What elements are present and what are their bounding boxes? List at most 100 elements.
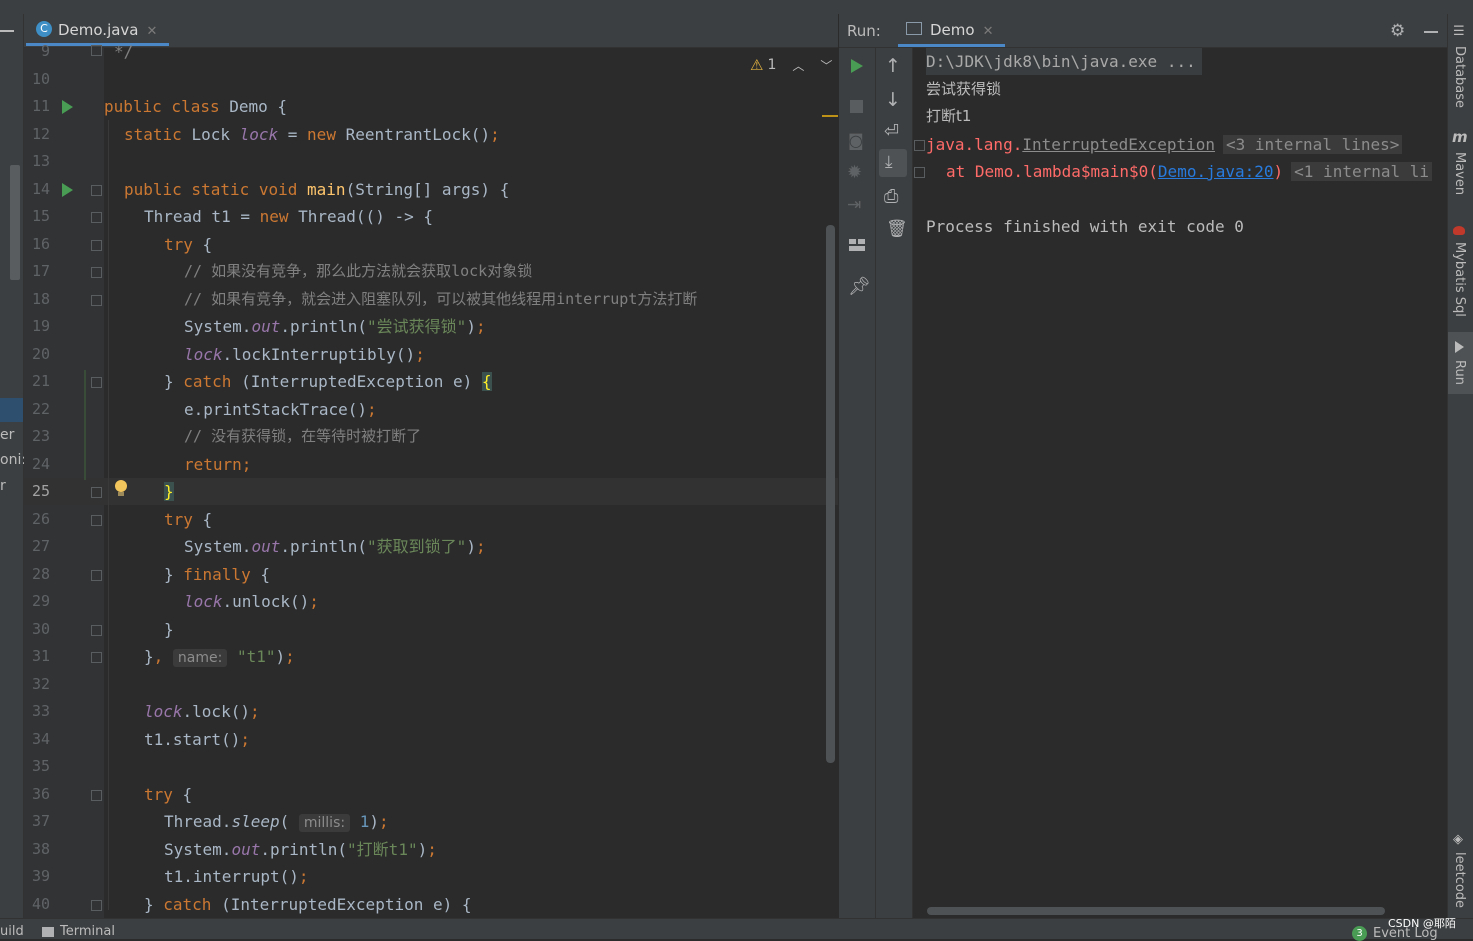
token: ReentrantLock() <box>345 125 491 144</box>
lightbulb-icon[interactable] <box>115 480 127 492</box>
internal-lines-fold[interactable]: <3 internal lines> <box>1222 135 1403 154</box>
source-link[interactable]: Demo.java:20 <box>1158 162 1274 181</box>
close-icon[interactable]: ✕ <box>983 24 994 39</box>
close-icon[interactable]: ✕ <box>147 24 158 39</box>
scroll-to-end-icon: ⤓ <box>885 152 893 172</box>
fold-marker-icon[interactable] <box>91 515 102 526</box>
line-number: 38 <box>31 840 50 858</box>
stop-icon[interactable] <box>850 100 863 113</box>
rerun-icon[interactable] <box>851 59 863 73</box>
internal-lines-fold[interactable]: <1 internal li <box>1291 162 1433 181</box>
fold-marker-icon[interactable] <box>91 570 102 581</box>
stack-frame: at Demo.lambda$main$0( <box>946 162 1158 181</box>
tool-window-run[interactable]: Run <box>1452 360 1467 385</box>
code-line-33: lock.lock(); <box>144 698 260 725</box>
build-tool-tab[interactable]: uild <box>0 924 24 939</box>
fold-marker-icon[interactable] <box>91 487 102 498</box>
pin-icon[interactable]: 📌︎ <box>848 276 871 297</box>
fold-marker-icon[interactable] <box>91 212 102 223</box>
hide-panel-icon[interactable] <box>1424 31 1438 33</box>
soft-wrap-icon[interactable]: ⏎ <box>884 121 899 142</box>
token: lock <box>239 125 279 144</box>
token: Thread(() -> { <box>298 207 433 226</box>
expand-fold-icon[interactable] <box>914 140 925 151</box>
editor-scrollbar[interactable] <box>826 225 835 763</box>
token: Demo { <box>229 97 288 116</box>
line-number: 9 <box>40 42 50 60</box>
project-tree-fragment: r <box>0 478 6 494</box>
matched-brace: { <box>481 372 492 391</box>
console-command-line[interactable]: D:\JDK\jdk8\bin\java.exe ... <box>926 48 1202 75</box>
code-line-37: Thread.sleep( millis: 1); <box>164 808 389 835</box>
fold-marker-icon[interactable] <box>91 240 102 251</box>
console-exit-line: Process finished with exit code 0 <box>926 217 1244 236</box>
debug-bug-icon[interactable]: ✹ <box>847 162 862 183</box>
tool-window-mybatis[interactable]: Mybatis Sql <box>1452 242 1467 317</box>
tool-window-maven[interactable]: Maven <box>1452 152 1467 195</box>
fold-marker-icon[interactable] <box>91 267 102 278</box>
camera-icon[interactable]: ◙ <box>848 131 864 150</box>
code-line-17: // 如果没有竞争，那么此方法就会获取lock对象锁 <box>184 258 532 285</box>
print-icon[interactable]: ⎙ <box>884 186 898 207</box>
chevron-up-icon[interactable]: ︿ <box>792 57 804 74</box>
parameter-hint: millis: <box>298 814 351 832</box>
java-class-icon: C <box>36 20 52 37</box>
database-icon: ☰ <box>1453 24 1465 39</box>
line-number: 27 <box>31 537 50 555</box>
arrow-down-icon[interactable]: ↓ <box>885 89 901 111</box>
current-line-highlight <box>24 478 838 505</box>
inspection-widget[interactable]: ⚠ 1 ︿ ﹀ <box>750 56 832 74</box>
trash-icon[interactable]: 🗑︎ <box>886 219 908 239</box>
fold-marker-icon[interactable] <box>91 652 102 663</box>
warning-icon: ⚠ <box>750 56 764 74</box>
token: Thread t1 = <box>144 207 260 226</box>
token: (String[] args) { <box>345 180 510 199</box>
minimize-icon[interactable] <box>0 30 14 32</box>
matched-brace: } <box>164 482 174 501</box>
scroll-to-end-button[interactable]: ⤓ <box>879 149 907 177</box>
code-line-16: try { <box>164 231 212 258</box>
chevron-down-icon[interactable]: ﹀ <box>820 57 832 74</box>
code-line-23: // 没有获得锁，在等待时被打断了 <box>184 423 421 450</box>
token: "获取到锁了" <box>367 537 467 556</box>
login-icon[interactable]: ⇥ <box>847 195 861 215</box>
project-tree-selected-row[interactable] <box>0 398 23 422</box>
gear-icon[interactable]: ⚙ <box>1390 21 1405 41</box>
fold-marker-icon[interactable] <box>91 900 102 911</box>
console-output-line: 打断t1 <box>926 107 972 125</box>
fold-marker-icon[interactable] <box>91 295 102 306</box>
arrow-up-icon[interactable]: ↑ <box>885 55 901 77</box>
fold-marker-icon[interactable] <box>91 185 102 196</box>
run-class-icon[interactable] <box>62 100 73 114</box>
leetcode-icon: ◈ <box>1453 832 1463 847</box>
terminal-tool-tab[interactable]: Terminal <box>42 924 115 939</box>
project-panel-scrollbar[interactable] <box>10 165 20 280</box>
code-line-38: System.out.println("打断t1"); <box>164 836 437 863</box>
code-line-40: } catch (InterruptedException e) { <box>144 891 472 918</box>
expand-fold-icon[interactable] <box>914 167 925 178</box>
event-count-badge: 3 <box>1352 926 1367 941</box>
event-log-tab[interactable]: Event Log <box>1373 926 1438 941</box>
token: new <box>307 125 346 144</box>
fold-marker-icon[interactable] <box>91 377 102 388</box>
line-number: 20 <box>31 345 50 363</box>
layout-icon[interactable] <box>849 239 865 251</box>
fold-marker-icon[interactable] <box>91 625 102 636</box>
tab-run-demo[interactable]: Demo ✕ <box>898 14 1005 47</box>
token: main <box>307 180 346 199</box>
fold-marker-icon[interactable] <box>91 790 102 801</box>
run-main-icon[interactable] <box>62 183 73 197</box>
code-line-20: lock.lockInterruptibly(); <box>184 341 425 368</box>
vcs-change-marker[interactable] <box>84 370 86 480</box>
console-icon <box>906 22 922 35</box>
console-scrollbar[interactable] <box>927 907 1385 915</box>
fold-marker-icon[interactable] <box>91 45 102 56</box>
line-number: 12 <box>31 125 50 143</box>
token: { <box>202 235 213 254</box>
token: ; <box>379 812 389 831</box>
tool-window-leetcode[interactable]: leetcode <box>1452 852 1467 908</box>
exception-class-link[interactable]: InterruptedException <box>1022 135 1215 154</box>
warning-stripe-marker[interactable] <box>822 115 838 117</box>
tool-window-database[interactable]: Database <box>1452 46 1467 108</box>
token: // 如果有竞争，就会进入阻塞队列，可以被其他线程用interrupt方法打断 <box>184 290 698 308</box>
